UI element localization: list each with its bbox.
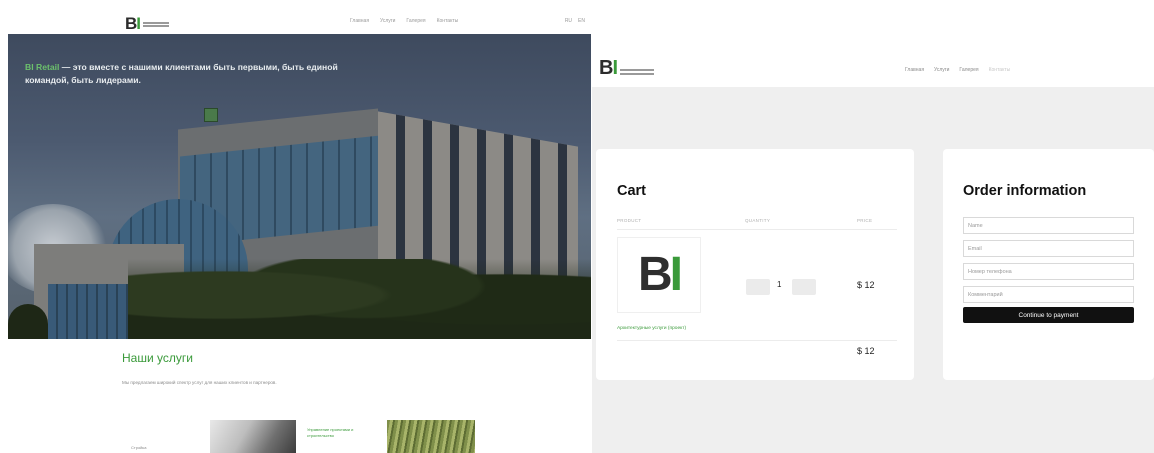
nav-item-contacts[interactable]: Контакты bbox=[437, 18, 459, 24]
service-label-2[interactable]: Управление проектами и строительство bbox=[307, 427, 367, 439]
quantity-decrease-button[interactable] bbox=[746, 279, 770, 295]
service-image-1[interactable] bbox=[210, 420, 296, 453]
landing-header: BI Главная Услуги Галерея Контакты RU EN bbox=[8, 9, 591, 34]
nav-item-gallery[interactable]: Галерея bbox=[959, 67, 978, 73]
shop-header: BI Главная Услуги Галерея Контакты bbox=[592, 53, 1154, 87]
continue-to-payment-button[interactable]: Continue to payment bbox=[963, 307, 1134, 323]
product-name-link[interactable]: Архитектурные услуги (проект) bbox=[617, 326, 686, 331]
shop-nav: Главная Услуги Галерея Контакты bbox=[905, 67, 1010, 73]
hero-banner: BI Retail — это вместе с нашими клиентам… bbox=[8, 34, 591, 339]
order-card: Order information Continue to payment bbox=[943, 149, 1154, 380]
nav-item-contacts[interactable]: Контакты bbox=[989, 67, 1011, 73]
logo-subtitle-lines bbox=[143, 21, 170, 27]
cart-column-headers: PRODUCT QUANTITY PRICE bbox=[617, 218, 897, 230]
services-title: Наши услуги bbox=[122, 351, 193, 365]
name-field[interactable] bbox=[963, 217, 1134, 234]
logo-mark: BI bbox=[599, 57, 618, 79]
building-front-glass bbox=[48, 284, 128, 339]
service-label-1[interactable]: Стройка bbox=[131, 445, 146, 450]
logo-subtitle-lines bbox=[620, 69, 655, 78]
column-quantity: QUANTITY bbox=[745, 218, 771, 223]
logo-mark: BI bbox=[125, 14, 141, 33]
building-logo-sign bbox=[204, 108, 218, 122]
quantity-value: 1 bbox=[777, 280, 782, 289]
cart-card: Cart PRODUCT QUANTITY PRICE BI 1 $ 12 Ар… bbox=[596, 149, 914, 380]
nav-item-gallery[interactable]: Галерея bbox=[406, 18, 425, 24]
language-switcher: RU EN bbox=[565, 18, 585, 24]
lang-en[interactable]: EN bbox=[578, 18, 585, 24]
landing-nav: Главная Услуги Галерея Контакты bbox=[350, 18, 458, 24]
nav-item-services[interactable]: Услуги bbox=[934, 67, 949, 73]
order-title: Order information bbox=[963, 183, 1087, 199]
shop-logo[interactable]: BI bbox=[599, 57, 655, 79]
product-logo-mark: BI bbox=[637, 248, 683, 301]
quantity-increase-button[interactable] bbox=[792, 279, 816, 295]
total-divider bbox=[617, 340, 897, 341]
services-section: Наши услуги Мы предлагаем широкий спектр… bbox=[8, 339, 591, 453]
lang-ru[interactable]: RU bbox=[565, 18, 572, 24]
phone-field[interactable] bbox=[963, 263, 1134, 280]
hero-brand: BI Retail bbox=[25, 62, 60, 72]
comment-field[interactable] bbox=[963, 286, 1134, 303]
hero-headline: BI Retail — это вместе с нашими клиентам… bbox=[25, 61, 355, 87]
hero-tree-left bbox=[8, 304, 48, 339]
column-price: PRICE bbox=[857, 218, 873, 223]
item-price: $ 12 bbox=[857, 280, 875, 290]
landing-logo[interactable]: BI bbox=[125, 14, 170, 34]
hero-trees bbox=[128, 259, 591, 339]
service-image-2[interactable] bbox=[387, 420, 475, 453]
hero-text: — это вместе с нашими клиентами быть пер… bbox=[25, 62, 338, 85]
cart-page-screenshot: BI Главная Услуги Галерея Контакты Cart … bbox=[592, 53, 1154, 453]
nav-item-home[interactable]: Главная bbox=[350, 18, 369, 24]
cart-title: Cart bbox=[617, 183, 647, 199]
nav-item-home[interactable]: Главная bbox=[905, 67, 924, 73]
nav-item-services[interactable]: Услуги bbox=[380, 18, 395, 24]
landing-page-screenshot: BI Главная Услуги Галерея Контакты RU EN… bbox=[8, 9, 591, 453]
column-product: PRODUCT bbox=[617, 218, 642, 223]
cart-total: $ 12 bbox=[857, 346, 875, 356]
email-field[interactable] bbox=[963, 240, 1134, 257]
services-description: Мы предлагаем широкий спектр услуг для н… bbox=[122, 380, 277, 385]
product-image[interactable]: BI bbox=[617, 237, 701, 313]
